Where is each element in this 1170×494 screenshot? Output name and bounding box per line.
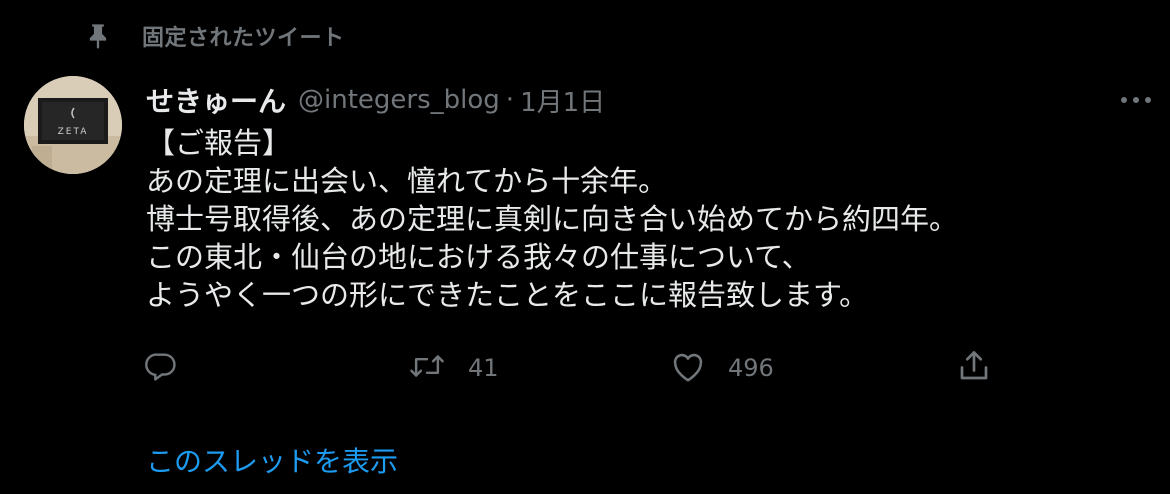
- share-icon: [956, 348, 992, 388]
- retweet-button[interactable]: 41: [408, 348, 499, 388]
- share-button[interactable]: [956, 348, 992, 388]
- more-icon[interactable]: [1118, 86, 1154, 114]
- tweet-action-bar: 41 496: [0, 348, 1170, 388]
- tweet-text-line: 【ご報告】: [146, 126, 292, 160]
- tweet-text-line: あの定理に出会い、憧れてから十余年。: [146, 164, 668, 198]
- reply-button[interactable]: [144, 348, 200, 388]
- tweet-date[interactable]: 1月1日: [520, 82, 605, 119]
- tweet-text-line: この東北・仙台の地における我々の仕事について、: [146, 240, 811, 274]
- avatar[interactable]: ZETA: [24, 76, 122, 174]
- retweet-count: 41: [468, 354, 499, 382]
- author-handle[interactable]: @integers_blog: [298, 85, 500, 115]
- header-separator: ·: [505, 85, 515, 115]
- tweet-text-line: ようやく一つの形にできたことをここに報告致します。: [146, 278, 869, 312]
- pinned-tweet-indicator: 固定されたツイート: [80, 18, 345, 54]
- tweet-text: 【ご報告】 あの定理に出会い、憧れてから十余年。 博士号取得後、あの定理に真剣に…: [146, 124, 1126, 314]
- like-button[interactable]: 496: [670, 348, 774, 388]
- retweet-icon: [408, 349, 446, 387]
- author-display-name[interactable]: せきゅーん: [146, 80, 286, 120]
- pinned-label: 固定されたツイート: [142, 26, 345, 51]
- tweet-text-line: 博士号取得後、あの定理に真剣に向き合い始めてから約四年。: [146, 202, 959, 236]
- show-thread-link[interactable]: このスレッドを表示: [146, 440, 398, 480]
- reply-icon: [144, 349, 178, 387]
- heart-icon: [670, 349, 706, 387]
- pin-icon: [80, 18, 116, 54]
- like-count: 496: [728, 354, 774, 382]
- avatar-logo-text: ZETA: [58, 127, 89, 137]
- tweet-header: せきゅーん @integers_blog · 1月1日: [146, 78, 605, 122]
